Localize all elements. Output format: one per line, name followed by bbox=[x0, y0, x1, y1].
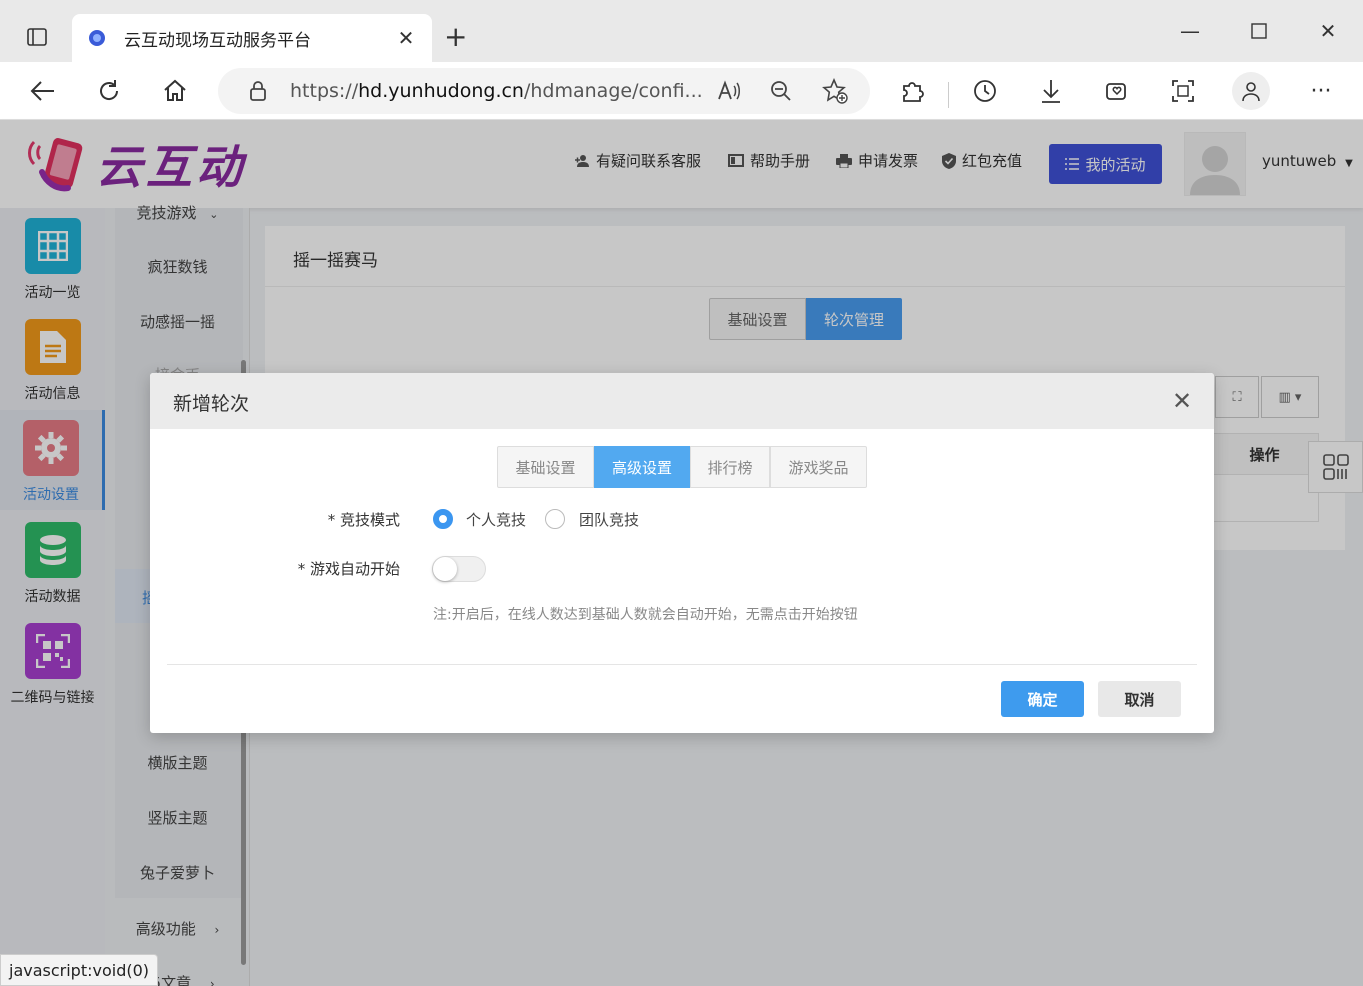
autostart-label: * 游戏自动开始 bbox=[297, 560, 400, 578]
dialog-header: 新增轮次 ✕ bbox=[150, 373, 1214, 429]
add-favorite-icon[interactable] bbox=[818, 74, 852, 108]
browser-toolbar: https://hd.yunhudong.cn/hdmanage/confi..… bbox=[0, 62, 1363, 120]
browser-tab[interactable]: 云互动现场互动服务平台 ✕ bbox=[72, 14, 432, 62]
mode-label: * 竞技模式 bbox=[327, 511, 400, 529]
dialog-tab-leaderboard[interactable]: 排行榜 bbox=[690, 446, 770, 488]
lock-icon[interactable] bbox=[238, 80, 278, 102]
cancel-button[interactable]: 取消 bbox=[1098, 681, 1181, 717]
autostart-toggle[interactable] bbox=[432, 556, 486, 582]
downloads-button[interactable] bbox=[1032, 72, 1070, 110]
heart-collection-icon bbox=[1106, 83, 1126, 100]
toolbar-divider bbox=[948, 82, 949, 108]
address-bar[interactable]: https://hd.yunhudong.cn/hdmanage/confi..… bbox=[218, 68, 870, 114]
download-icon bbox=[1042, 80, 1060, 103]
dialog-tab-prizes[interactable]: 游戏奖品 bbox=[770, 446, 867, 488]
history-button[interactable] bbox=[966, 72, 1004, 110]
autostart-note: 注:开启后，在线人数达到基础人数就会自动开始，无需点击开始按钮 bbox=[433, 607, 858, 623]
home-button[interactable] bbox=[156, 72, 194, 110]
dialog-tab-advanced[interactable]: 高级设置 bbox=[594, 446, 690, 488]
tab-title: 云互动现场互动服务平台 bbox=[124, 30, 311, 51]
add-round-dialog: 新增轮次 ✕ 基础设置 高级设置 排行榜 游戏奖品 * 竞技模式 个人竞技 团队… bbox=[150, 373, 1214, 733]
zoom-out-icon[interactable] bbox=[764, 74, 798, 108]
screenshot-button[interactable] bbox=[1164, 72, 1202, 110]
dialog-tab-basic[interactable]: 基础设置 bbox=[497, 446, 594, 488]
maximize-icon bbox=[1251, 23, 1267, 39]
radio-team[interactable] bbox=[545, 509, 565, 529]
tab-actions-button[interactable] bbox=[14, 22, 60, 52]
refresh-icon bbox=[100, 80, 119, 100]
read-aloud-icon[interactable] bbox=[712, 74, 746, 108]
more-menu-button[interactable]: ··· bbox=[1302, 72, 1340, 110]
crop-icon bbox=[1172, 80, 1194, 102]
close-window-button[interactable]: ✕ bbox=[1298, 14, 1358, 48]
dialog-divider bbox=[167, 664, 1197, 665]
history-icon bbox=[974, 80, 996, 102]
collections-button[interactable] bbox=[1098, 72, 1136, 110]
sidebar-tabs-icon bbox=[27, 28, 47, 46]
confirm-button[interactable]: 确定 bbox=[1001, 681, 1084, 717]
radio-individual[interactable] bbox=[433, 509, 453, 529]
radio-team-label[interactable]: 团队竞技 bbox=[579, 509, 639, 530]
url-text: https://hd.yunhudong.cn/hdmanage/confi..… bbox=[290, 80, 703, 102]
dialog-title: 新增轮次 bbox=[173, 393, 250, 415]
home-icon bbox=[164, 79, 186, 101]
arrow-left-icon bbox=[30, 81, 54, 101]
toggle-knob bbox=[433, 557, 457, 581]
dialog-tabs: 基础设置 高级设置 排行榜 游戏奖品 bbox=[497, 446, 867, 488]
back-button[interactable] bbox=[24, 72, 62, 110]
minimize-button[interactable]: — bbox=[1160, 14, 1220, 48]
puzzle-icon bbox=[903, 82, 924, 102]
close-icon[interactable]: ✕ bbox=[1172, 387, 1192, 415]
maximize-button[interactable] bbox=[1229, 14, 1289, 48]
radio-individual-label[interactable]: 个人竞技 bbox=[466, 509, 526, 530]
profile-button[interactable] bbox=[1232, 72, 1270, 110]
new-tab-button[interactable]: + bbox=[444, 22, 467, 52]
site-favicon-icon bbox=[89, 30, 105, 46]
browser-tab-strip: 云互动现场互动服务平台 ✕ + — ✕ bbox=[0, 0, 1363, 62]
extensions-button[interactable] bbox=[893, 72, 931, 110]
tab-close-icon[interactable]: ✕ bbox=[394, 26, 418, 50]
person-icon bbox=[1242, 82, 1260, 102]
status-bar-link-preview: javascript:void(0) bbox=[0, 954, 159, 986]
refresh-button[interactable] bbox=[90, 72, 128, 110]
